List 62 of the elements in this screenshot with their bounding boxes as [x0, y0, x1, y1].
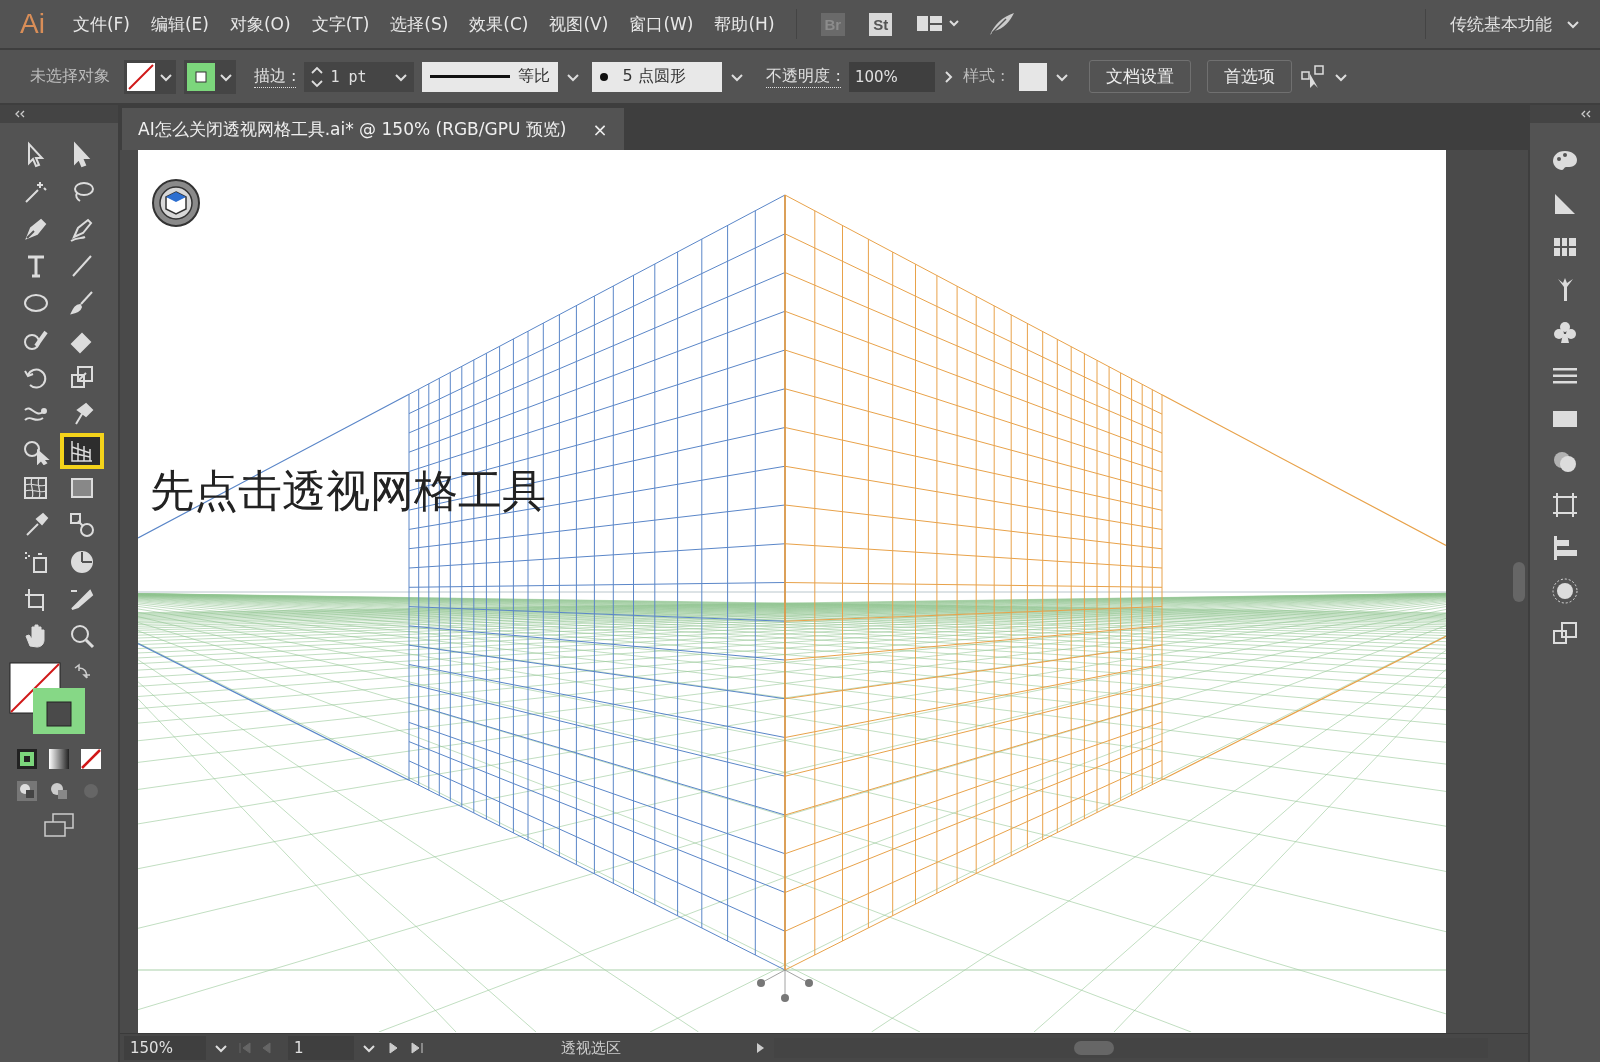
chevron-down-icon[interactable]	[214, 1043, 228, 1053]
document-title: AI怎么关闭透视网格工具.ai* @ 150% (RGB/GPU 预览)	[138, 117, 567, 141]
chevron-down-icon[interactable]	[219, 71, 233, 82]
pie-chart-icon	[68, 548, 96, 576]
app-logo: Ai	[20, 8, 45, 40]
chevron-down-icon[interactable]	[362, 1043, 376, 1053]
fill-none-swatch[interactable]	[127, 62, 155, 91]
menu-item[interactable]: 文字(T)	[311, 12, 370, 36]
menu-item[interactable]: 对象(O)	[229, 12, 291, 36]
chevron-right-icon[interactable]	[942, 69, 955, 84]
tool-button[interactable]	[60, 433, 104, 469]
opacity-label[interactable]: 不透明度 :	[766, 65, 841, 88]
sun-icon[interactable]	[1550, 576, 1580, 606]
brush-dropdown[interactable]: 5 点圆形	[592, 61, 723, 92]
stock-button[interactable]: St	[869, 12, 893, 36]
chevron-down-icon[interactable]	[566, 71, 581, 82]
style-label: 样式 :	[962, 66, 1006, 87]
toolbar-button[interactable]: 首选项	[1207, 60, 1293, 93]
chevron-down-icon[interactable]	[1055, 71, 1070, 82]
graphic-style-swatch[interactable]	[1019, 62, 1048, 91]
draw-behind-icon[interactable]	[48, 780, 70, 802]
none-mode-icon[interactable]	[80, 748, 102, 770]
paintbrush-icon	[68, 289, 96, 317]
stroke-profile-dropdown[interactable]: 等比	[422, 61, 559, 92]
draw-normal-icon[interactable]	[16, 780, 38, 802]
stroke-swatch[interactable]	[187, 62, 215, 91]
menu-item[interactable]: 帮助(H)	[714, 12, 775, 36]
document-tab[interactable]: AI怎么关闭透视网格工具.ai* @ 150% (RGB/GPU 预览) ×	[122, 108, 624, 150]
menu-item[interactable]: 视图(V)	[549, 12, 609, 36]
chevron-down-icon[interactable]	[1334, 71, 1349, 82]
menu-item[interactable]: 文件(F)	[72, 12, 130, 36]
gradient-mode-icon[interactable]	[48, 748, 70, 770]
chevron-down-icon[interactable]	[394, 71, 409, 82]
artboard-number-field[interactable]: 1	[288, 1036, 354, 1060]
mesh-icon	[22, 474, 50, 502]
menu-item[interactable]: 窗口(W)	[629, 12, 694, 36]
plane-switch-widget-icon[interactable]	[152, 179, 200, 227]
zoom-level-field[interactable]: 150%	[124, 1036, 206, 1060]
chevron-down-icon[interactable]	[159, 71, 173, 82]
collapse-icon[interactable]	[1580, 110, 1592, 118]
close-tab-button[interactable]: ×	[592, 118, 608, 140]
collapse-icon[interactable]	[14, 110, 26, 118]
menu-item[interactable]: 选择(S)	[390, 12, 449, 36]
menu-item[interactable]: 效果(C)	[469, 12, 529, 36]
color-mode-icon[interactable]	[16, 748, 38, 770]
chevron-down-icon	[1566, 19, 1580, 29]
blend-icon	[68, 511, 96, 539]
chevron-down-icon[interactable]	[730, 71, 745, 82]
crop-frame-icon[interactable]	[1550, 490, 1580, 520]
stroke-weight-field[interactable]: 1 pt	[304, 61, 415, 92]
selection-status: 未选择对象	[30, 66, 110, 87]
isolate-select-icon[interactable]	[1300, 63, 1327, 90]
play-arrow-icon[interactable]	[754, 1041, 766, 1055]
toolbar-button[interactable]: 文档设置	[1089, 60, 1192, 93]
menu-item[interactable]: 编辑(E)	[150, 12, 209, 36]
opacity-field[interactable]: 100%	[848, 61, 935, 92]
zoom-icon	[68, 622, 96, 650]
status-info: 透视选区	[560, 1038, 622, 1058]
screen-mode-icon[interactable]	[41, 812, 77, 838]
stroke-label[interactable]: 描边 :	[254, 65, 297, 88]
workspace-switcher[interactable]: 传统基本功能	[1450, 12, 1580, 36]
scale-icon	[68, 363, 96, 391]
